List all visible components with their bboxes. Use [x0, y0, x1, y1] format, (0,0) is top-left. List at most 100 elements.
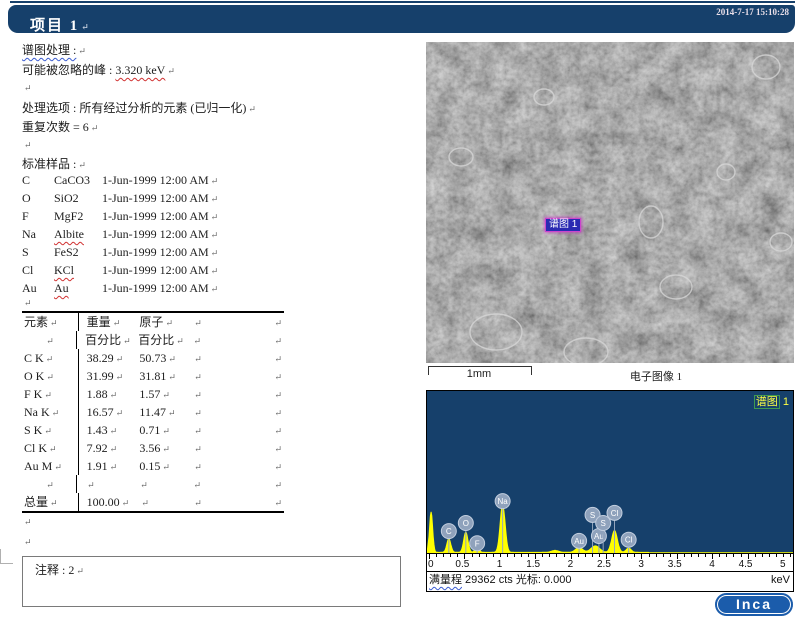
standard-item: O SiO2 1-Jun-1999 12:00 AM ↵ — [22, 191, 219, 205]
table-cell: 38.29 ↵ — [86, 351, 124, 365]
table-cell: 0.15 ↵ — [139, 459, 170, 473]
x-tick-label: 3.5 — [667, 559, 682, 570]
table-cell: 0.71 ↵ — [139, 423, 170, 437]
table-cell: ↵ — [274, 372, 282, 382]
x-tick-label: 2.5 — [597, 559, 611, 570]
table-cell: F K ↵ — [22, 385, 79, 403]
table-cell: O K ↵ — [22, 367, 79, 385]
table-cell: ↵ — [193, 480, 202, 490]
x-tick-label: 4 — [709, 559, 715, 570]
table-row: S K ↵ 1.43 ↵ 0.71 ↵ ↵ ↵ — [22, 421, 284, 439]
table-cell: ↵ — [194, 372, 202, 382]
table-cell: ↵ — [274, 318, 282, 328]
element-peak-label: Na — [494, 493, 511, 510]
spectrum-plot-area[interactable]: C O F Na Au S Au S Cl Cl 谱图 1 — [426, 391, 798, 554]
blank-line-mark: ↵ — [24, 298, 32, 308]
element-peak-label: C — [440, 523, 457, 540]
element-peak-label: F — [469, 535, 486, 552]
table-cell: ↵ — [141, 498, 149, 508]
table-cell: ↵ — [194, 498, 202, 508]
spectrum-legend: 谱图 1 — [753, 395, 789, 409]
table-cell: 原子 ↵ — [139, 315, 173, 329]
table-cell: C K ↵ — [22, 349, 79, 367]
header-top-rule — [10, 1, 795, 3]
table-cell: 16.57 ↵ — [86, 405, 124, 419]
table-cell: ↵ — [274, 354, 282, 364]
processing-options-line: 处理选项 : 所有经过分析的元素 (已归一化) ↵ — [22, 101, 256, 115]
svg-text:Na: Na — [498, 497, 509, 506]
table-cell: ↵ — [274, 426, 282, 436]
svg-text:Cl: Cl — [625, 536, 633, 545]
standard-item: S FeS2 1-Jun-1999 12:00 AM ↵ — [22, 245, 219, 259]
blank-line-mark: ↵ — [24, 140, 32, 150]
x-tick-label: 2 — [567, 559, 574, 570]
table-cell: 31.99 ↵ — [86, 369, 124, 383]
omitted-peak-line: 可能被忽略的峰 : 3.320 keV ↵ — [22, 63, 175, 77]
table-row: C K ↵ 38.29 ↵ 50.73 ↵ ↵ ↵ — [22, 349, 284, 367]
table-row: O K ↵ 31.99 ↵ 31.81 ↵ ↵ ↵ — [22, 367, 284, 385]
text-frame-corner — [0, 549, 13, 564]
table-cell: 1.88 ↵ — [86, 387, 118, 401]
table-cell: ↵ — [274, 390, 282, 400]
table-cell: 1.43 ↵ — [86, 423, 118, 437]
pilcrow-mark: ↵ — [81, 22, 91, 32]
blank-line-mark: ↵ — [24, 537, 32, 547]
scale-bar-label: 1mm — [466, 368, 492, 380]
table-cell: ↵ — [140, 480, 148, 490]
inca-report-page: 项目 1 ↵ 2014-7-17 15:10:28 谱图处理 : ↵ 可能被忽略的峰… — [0, 0, 800, 622]
table-row: Au M ↵ 1.91 ↵ 0.15 ↵ ↵ ↵ — [22, 457, 284, 475]
table-cell: 3.56 ↵ — [139, 441, 170, 455]
standard-item: C CaCO3 1-Jun-1999 12:00 AM ↵ — [22, 173, 219, 187]
table-cell: Cl K ↵ — [22, 439, 79, 457]
table-cell: ↵ — [274, 444, 282, 454]
element-peak-label: Au — [571, 532, 588, 549]
table-cell: ↵ — [274, 498, 282, 508]
element-peak-label: O — [457, 515, 474, 532]
x-tick-label: 1 — [496, 559, 503, 570]
electron-image[interactable] — [426, 42, 794, 363]
svg-text:S: S — [590, 511, 595, 520]
annotation-box[interactable]: 注释 : 2 ↵ — [22, 556, 401, 607]
standard-item: Cl KCl 1-Jun-1999 12:00 AM ↵ — [22, 263, 219, 277]
table-cell: ↵ — [194, 408, 202, 418]
full-scale-text: 满量程 29362 cts 光标: 0.000 — [429, 574, 572, 586]
table-cell: 百分比 ↵ — [85, 333, 131, 347]
quant-results-table: 元素 ↵ 重量 ↵ 原子 ↵ ↵ ↵ ↵ 百分比 ↵ 百分比 ↵ ↵ ↵ C K ↵ 38.29 ↵ 50.73 ↵ ↵ ↵… — [22, 311, 284, 513]
svg-text:Au: Au — [594, 532, 604, 541]
table-cell: 元素 ↵ — [22, 313, 79, 331]
table-cell: 31.81 ↵ — [139, 369, 176, 383]
table-cell: 7.92 ↵ — [86, 441, 118, 455]
table-header-row: 元素 ↵ 重量 ↵ 原子 ↵ ↵ ↵ — [22, 313, 284, 331]
table-cell: S K ↵ — [22, 421, 79, 439]
table-row: ↵ ↵ ↵ ↵ ↵ — [22, 475, 284, 493]
table-cell: 重量 ↵ — [86, 315, 121, 329]
sem-texture — [426, 42, 794, 363]
table-cell: 50.73 ↵ — [139, 351, 176, 365]
table-cell: ↵ — [194, 318, 202, 328]
table-cell: ↵ — [274, 408, 282, 418]
spectrum-marker-label[interactable]: 谱图 1 — [545, 218, 582, 232]
svg-text:C: C — [446, 527, 452, 536]
blank-line-mark: ↵ — [24, 83, 32, 93]
table-cell: 1.91 ↵ — [86, 459, 118, 473]
table-total-row: 总量 ↵ 100.00 ↵ ↵ ↵ ↵ — [22, 493, 284, 511]
table-cell: ↵ — [274, 480, 283, 490]
table-header-row: ↵ 百分比 ↵ 百分比 ↵ ↵ ↵ — [22, 331, 284, 349]
table-cell: ↵ — [194, 390, 202, 400]
x-tick-label: 0.5 — [455, 559, 470, 570]
standard-item: Na Albite 1-Jun-1999 12:00 AM ↵ — [22, 227, 219, 241]
table-cell: Na K ↵ — [22, 403, 79, 421]
spectrum-curve: C O F Na Au S Au S Cl Cl — [426, 493, 798, 554]
svg-text:Cl: Cl — [611, 509, 619, 518]
svg-text:F: F — [475, 539, 480, 548]
iterations-line: 重复次数 = 6 ↵ — [22, 120, 99, 134]
table-cell: ↵ — [194, 462, 202, 472]
table-cell: ↵ — [194, 426, 202, 436]
page-title: 项目 1 ↵ — [30, 18, 91, 34]
eds-spectrum-panel[interactable]: C O F Na Au S Au S Cl Cl 谱图 1 0 0.5 1 1.5 2 2.5 3 3.5 4 4.… — [426, 390, 798, 592]
table-row: F K ↵ 1.88 ↵ 1.57 ↵ ↵ ↵ — [22, 385, 284, 403]
blank-line-mark: ↵ — [24, 517, 32, 527]
standard-item: Au Au 1-Jun-1999 12:00 AM ↵ — [22, 281, 219, 295]
inca-logo: Inca — [715, 593, 793, 616]
svg-text:Au: Au — [574, 537, 584, 546]
